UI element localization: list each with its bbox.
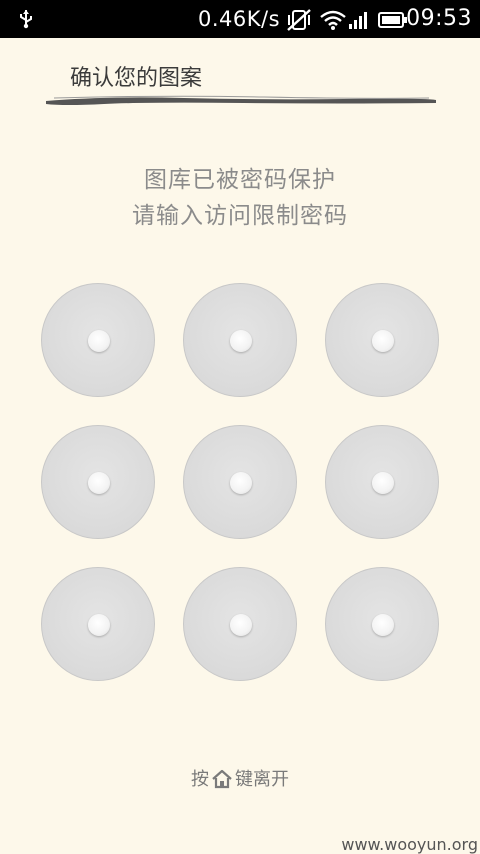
- pattern-dot-1[interactable]: [41, 283, 155, 397]
- watermark: www.wooyun.org: [341, 835, 478, 854]
- lock-screen: 确认您的图案 图库已被密码保护 请输入访问限制密码 按 键离开 www.wooy…: [0, 38, 480, 854]
- pattern-dot-center: [230, 330, 252, 352]
- signal-icon: [349, 12, 367, 29]
- pattern-dot-9[interactable]: [325, 567, 439, 681]
- pattern-dot-8[interactable]: [183, 567, 297, 681]
- pattern-dot-5[interactable]: [183, 425, 297, 539]
- clock: 09:53: [406, 6, 472, 31]
- footer-suffix: 键离开: [235, 769, 289, 790]
- pattern-dot-center: [88, 614, 110, 636]
- pattern-dot-center: [230, 472, 252, 494]
- footer-prefix: 按: [191, 769, 209, 790]
- home-icon: [212, 769, 232, 789]
- pattern-dot-center: [372, 614, 394, 636]
- page-title: 确认您的图案: [70, 66, 203, 91]
- pattern-dot-2[interactable]: [183, 283, 297, 397]
- footer-hint: 按 键离开: [0, 765, 480, 791]
- net-speed: 0.46K/s: [198, 7, 281, 31]
- pattern-dot-center: [88, 472, 110, 494]
- prompt-line-2: 请输入访问限制密码: [132, 203, 348, 229]
- title-underline: [46, 95, 436, 105]
- status-bar: 0.46K/s 09:53: [0, 0, 480, 38]
- wifi-icon: [320, 10, 346, 30]
- pattern-dot-center: [372, 330, 394, 352]
- pattern-dot-3[interactable]: [325, 283, 439, 397]
- pattern-dot-4[interactable]: [41, 425, 155, 539]
- pattern-dot-center: [88, 330, 110, 352]
- usb-icon: [20, 10, 32, 29]
- pattern-dot-6[interactable]: [325, 425, 439, 539]
- battery-icon: [378, 12, 407, 28]
- pattern-dot-7[interactable]: [41, 567, 155, 681]
- pattern-dot-center: [230, 614, 252, 636]
- vibrate-silent-icon: [287, 9, 311, 31]
- prompt-line-1: 图库已被密码保护: [144, 167, 336, 193]
- pattern-grid[interactable]: [41, 283, 441, 683]
- pattern-dot-center: [372, 472, 394, 494]
